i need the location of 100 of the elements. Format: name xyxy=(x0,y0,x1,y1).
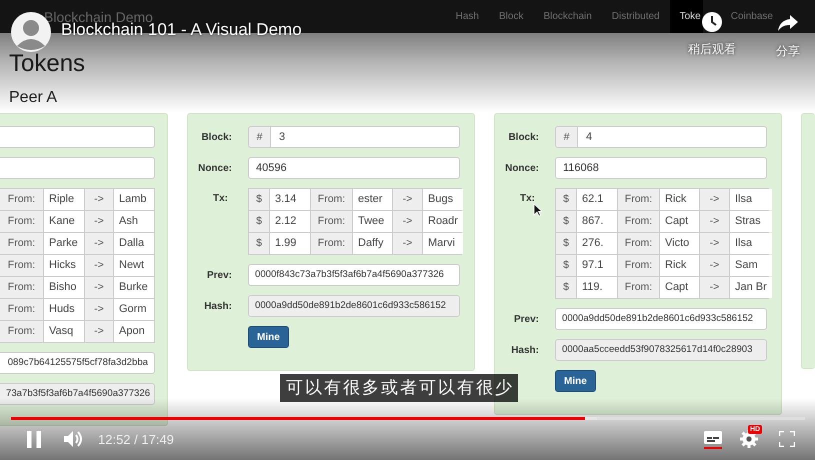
nonce-field[interactable]: 116068 xyxy=(555,157,767,179)
sender-field[interactable]: Parke xyxy=(44,233,84,254)
mine-button[interactable]: Mine xyxy=(555,370,596,392)
recipient-field[interactable]: Ilsa xyxy=(730,233,772,254)
nav-link[interactable]: Block xyxy=(498,10,524,22)
arrow-label: -> xyxy=(85,321,113,342)
from-label: From: xyxy=(618,211,659,232)
sender-field[interactable]: Riple xyxy=(44,189,84,210)
sender-field[interactable]: Victo xyxy=(660,233,699,254)
fullscreen-icon[interactable] xyxy=(779,431,795,447)
sender-field[interactable]: Vasq xyxy=(44,321,84,342)
sender-field[interactable]: Daffy xyxy=(353,233,392,254)
nav-link[interactable]: Blockchain xyxy=(543,10,592,22)
arrow-label: -> xyxy=(85,211,113,232)
nav-link[interactable]: Coinbase xyxy=(730,10,773,22)
recipient-field[interactable]: Roadr xyxy=(423,211,463,232)
recipient-field[interactable]: Marvi xyxy=(423,233,463,254)
recipient-field[interactable]: Lamb xyxy=(114,189,154,210)
share-icon[interactable] xyxy=(778,14,798,32)
nav-link[interactable]: Toke xyxy=(680,10,701,22)
mine-button[interactable]: Mine xyxy=(248,326,289,348)
arrow-label: -> xyxy=(700,255,729,276)
amount-field[interactable]: 276. xyxy=(577,233,617,254)
recipient-field[interactable]: Jan Br xyxy=(730,277,772,298)
from-label: From: xyxy=(311,211,352,232)
amount-field[interactable]: 867. xyxy=(577,211,617,232)
pause-icon[interactable] xyxy=(27,430,41,448)
from-label: From: xyxy=(0,255,43,276)
sender-field[interactable]: Rick xyxy=(660,189,699,210)
recipient-field[interactable]: Bugs xyxy=(423,189,463,210)
field-label: Block: xyxy=(200,132,232,142)
block-number-field[interactable]: 4 xyxy=(578,127,766,147)
amount-field[interactable]: 97.1 xyxy=(577,255,617,276)
field-label: Hash: xyxy=(203,300,232,312)
time-display: 12:52 / 17:49 xyxy=(98,432,174,446)
nonce-field[interactable] xyxy=(0,157,155,179)
sender-field[interactable]: Twee xyxy=(353,211,392,232)
field-label: Nonce: xyxy=(197,162,232,174)
field-label: Nonce: xyxy=(504,162,539,174)
nonce-field[interactable]: 40596 xyxy=(248,157,460,179)
recipient-field[interactable]: Ilsa xyxy=(730,189,772,210)
prev-hash-field[interactable]: 0000f843c73a7b3f5f3af6b7a4f5690a377326 xyxy=(248,264,460,286)
progress-bar[interactable] xyxy=(11,417,805,420)
mouse-cursor-icon xyxy=(533,203,542,217)
field-label: Prev: xyxy=(512,314,539,324)
number-sign-label: # xyxy=(556,127,577,147)
from-label: From: xyxy=(618,189,659,210)
from-label: From: xyxy=(618,277,659,298)
currency-label: $ xyxy=(249,189,269,210)
from-label: From: xyxy=(618,233,659,254)
arrow-label: -> xyxy=(700,211,729,232)
from-label: From: xyxy=(0,321,43,342)
recipient-field[interactable]: Gorm xyxy=(114,299,154,320)
recipient-field[interactable]: Sam xyxy=(730,255,772,276)
currency-label: $ xyxy=(556,277,576,298)
from-label: From: xyxy=(0,299,43,320)
amount-field[interactable]: 119. xyxy=(577,277,617,298)
clock-icon[interactable] xyxy=(702,12,722,32)
captions-icon[interactable] xyxy=(703,429,723,449)
sender-field[interactable]: Bisho xyxy=(44,277,84,298)
arrow-label: -> xyxy=(85,277,113,298)
currency-label: $ xyxy=(249,211,269,232)
number-sign-label: # xyxy=(249,127,270,147)
field-label: Hash: xyxy=(510,344,539,356)
sender-field[interactable]: Kane xyxy=(44,211,84,232)
from-label: From: xyxy=(618,255,659,276)
recipient-field[interactable]: Newt xyxy=(114,255,154,276)
prev-hash-field[interactable]: 089c7b64125575f5cf78fa3d2bba xyxy=(0,352,155,374)
amount-field[interactable]: 62.1 xyxy=(577,189,617,210)
sender-field[interactable]: Rick xyxy=(660,255,699,276)
hash-field: 73a7b3f5f3af6b7a4f5690a377326 xyxy=(0,383,155,405)
volume-icon[interactable] xyxy=(64,430,84,448)
amount-field[interactable]: 1.99 xyxy=(270,233,310,254)
block-number-field[interactable]: 3 xyxy=(271,127,459,147)
nav-link[interactable]: Hash xyxy=(456,10,479,22)
currency-label: $ xyxy=(556,255,576,276)
amount-field[interactable]: 3.14 xyxy=(270,189,310,210)
amount-field[interactable]: 2.12 xyxy=(270,211,310,232)
sender-field[interactable]: Hicks xyxy=(44,255,84,276)
recipient-field[interactable]: Ash xyxy=(114,211,154,232)
arrow-label: -> xyxy=(393,233,422,254)
sender-field[interactable]: ester xyxy=(353,189,392,210)
hash-field: 0000aa5cceedd53f9078325617d14f0c28903 xyxy=(555,339,767,361)
recipient-field[interactable]: Burke xyxy=(114,277,154,298)
recipient-field[interactable]: Stras xyxy=(730,211,772,232)
currency-label: $ xyxy=(556,211,576,232)
subtitle-caption: 可以有很多或者可以有很少 xyxy=(280,374,518,402)
field-label: Block: xyxy=(507,132,539,142)
from-label: From: xyxy=(0,233,43,254)
recipient-field[interactable]: Apon xyxy=(114,321,154,342)
sender-field[interactable]: Huds xyxy=(44,299,84,320)
arrow-label: -> xyxy=(85,233,113,254)
block-number-field[interactable] xyxy=(0,126,155,148)
from-label: From: xyxy=(0,189,43,210)
from-label: From: xyxy=(311,233,352,254)
nav-link[interactable]: Distributed xyxy=(612,10,660,22)
sender-field[interactable]: Capt xyxy=(660,277,699,298)
recipient-field[interactable]: Dalla xyxy=(114,233,154,254)
sender-field[interactable]: Capt xyxy=(660,211,699,232)
prev-hash-field[interactable]: 0000a9dd50de891b2de8601c6d933c586152 xyxy=(555,308,767,330)
